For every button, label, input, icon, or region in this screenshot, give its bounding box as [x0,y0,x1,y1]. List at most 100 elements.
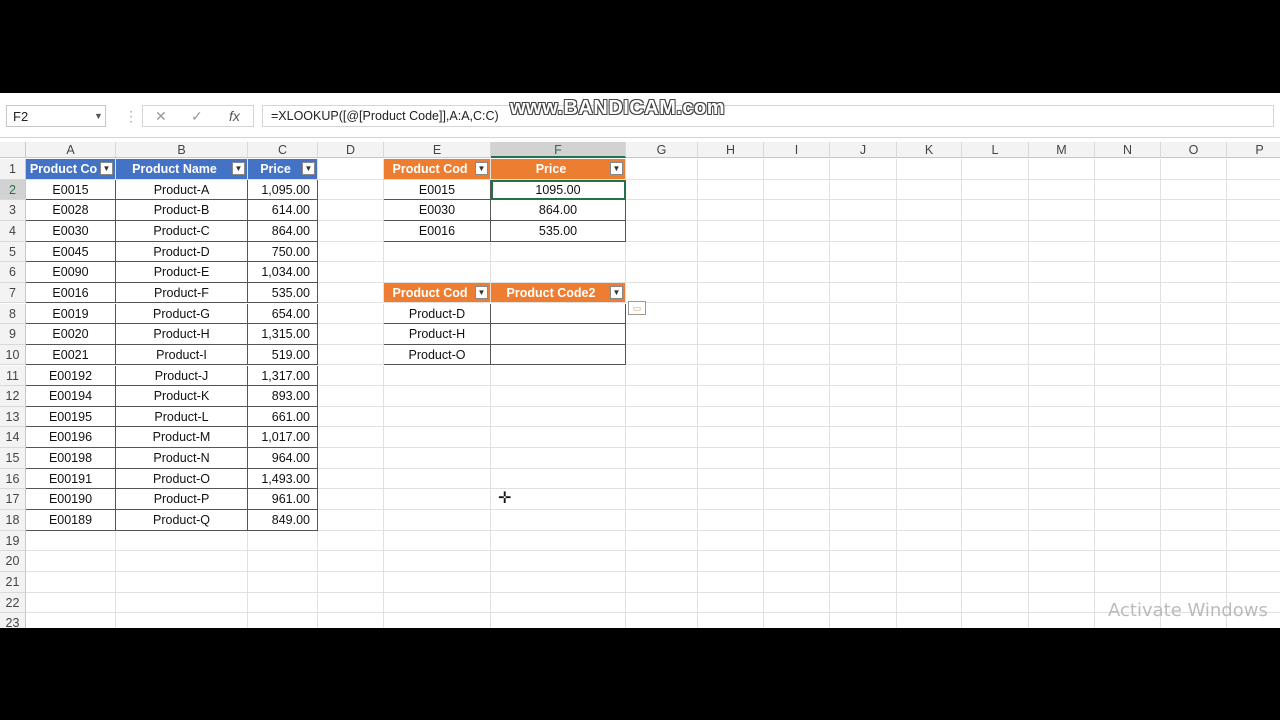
cell[interactable] [962,365,1029,387]
cell[interactable] [1095,448,1161,469]
cell[interactable] [626,324,698,345]
cell[interactable] [764,179,830,201]
cell[interactable] [1161,179,1227,201]
cell[interactable] [1029,592,1095,614]
table-cell[interactable]: Product-G [116,303,248,325]
cell[interactable] [764,303,830,325]
cell[interactable] [626,179,698,201]
cell[interactable] [1161,406,1227,428]
cell[interactable] [1227,489,1280,510]
column-header-e[interactable]: E [384,142,491,158]
row-header-5[interactable]: 5 [0,241,26,263]
table-cell[interactable]: 519.00 [248,344,318,366]
cell[interactable] [1029,303,1095,325]
cell[interactable] [962,510,1029,531]
cell[interactable] [1161,200,1227,221]
cell[interactable] [1029,220,1095,242]
cell[interactable] [248,592,318,614]
cell[interactable] [1095,303,1161,325]
cell[interactable] [1227,242,1280,263]
table-cell[interactable]: E0030 [384,200,491,221]
cell[interactable] [248,572,318,593]
filter-dropdown-icon[interactable]: ▼ [475,162,488,175]
cell[interactable] [1161,530,1227,552]
cell[interactable] [1161,282,1227,304]
table-header[interactable]: Price ▼ [248,159,318,180]
table-cell[interactable]: Product-K [116,386,248,407]
cell[interactable] [626,365,698,387]
cell[interactable] [318,365,384,387]
cell[interactable] [1161,572,1227,593]
table-cell[interactable]: 535.00 [491,220,626,242]
cell[interactable] [764,572,830,593]
row-header-17[interactable]: 17 [0,489,26,510]
cell[interactable] [318,613,384,628]
table-header[interactable]: Product Code2 ▼ [491,282,626,304]
cell[interactable] [1029,530,1095,552]
row-header-14[interactable]: 14 [0,427,26,449]
cell[interactable] [384,468,491,490]
cell[interactable] [698,489,764,510]
cell[interactable] [962,468,1029,490]
cell[interactable] [698,344,764,366]
cell[interactable] [384,592,491,614]
cell[interactable] [26,572,116,593]
cell[interactable] [897,427,962,449]
cell[interactable] [1227,386,1280,407]
cell[interactable] [26,551,116,572]
cell[interactable] [1029,200,1095,221]
cell[interactable] [962,613,1029,628]
table-cell[interactable]: E0021 [26,344,116,366]
cell[interactable] [897,468,962,490]
cell[interactable] [318,282,384,304]
column-header-a[interactable]: A [26,142,116,158]
cell[interactable] [830,530,897,552]
cell[interactable] [1227,510,1280,531]
table-cell[interactable]: E00190 [26,489,116,510]
cell[interactable] [626,406,698,428]
row-header-4[interactable]: 4 [0,220,26,242]
table-cell[interactable]: E00196 [26,427,116,449]
cell[interactable] [1161,427,1227,449]
cell[interactable] [897,489,962,510]
cell[interactable] [698,448,764,469]
cell[interactable] [830,365,897,387]
cell[interactable] [830,448,897,469]
cell[interactable] [384,262,491,283]
cell[interactable] [626,592,698,614]
cell[interactable] [1095,386,1161,407]
cell[interactable] [962,489,1029,510]
cell[interactable] [318,551,384,572]
column-header-l[interactable]: L [962,142,1029,158]
cancel-icon[interactable]: ✕ [155,106,167,126]
cell[interactable] [897,406,962,428]
cell[interactable] [491,551,626,572]
table-cell[interactable]: 849.00 [248,510,318,531]
cell[interactable] [698,200,764,221]
cell[interactable] [830,303,897,325]
table-cell[interactable]: E00192 [26,365,116,387]
column-header-h[interactable]: H [698,142,764,158]
table-cell[interactable]: E00191 [26,468,116,490]
cell[interactable] [1095,489,1161,510]
table-cell[interactable]: E0090 [26,262,116,283]
cell[interactable] [1095,468,1161,490]
cell[interactable] [1227,531,1280,552]
cell[interactable] [764,427,830,449]
cell[interactable] [491,262,626,283]
cell[interactable] [764,241,830,263]
cell[interactable] [698,530,764,552]
cell[interactable] [698,220,764,242]
cell[interactable] [116,572,248,593]
column-header-j[interactable]: J [830,142,897,158]
cell[interactable] [698,386,764,407]
row-header-12[interactable]: 12 [0,386,26,407]
cell[interactable] [897,344,962,366]
row-header-9[interactable]: 9 [0,324,26,345]
cell[interactable] [962,220,1029,242]
cell[interactable] [962,303,1029,325]
cell[interactable] [318,468,384,490]
cell[interactable] [897,592,962,614]
cell[interactable] [897,262,962,283]
filter-dropdown-icon[interactable]: ▼ [100,162,113,175]
